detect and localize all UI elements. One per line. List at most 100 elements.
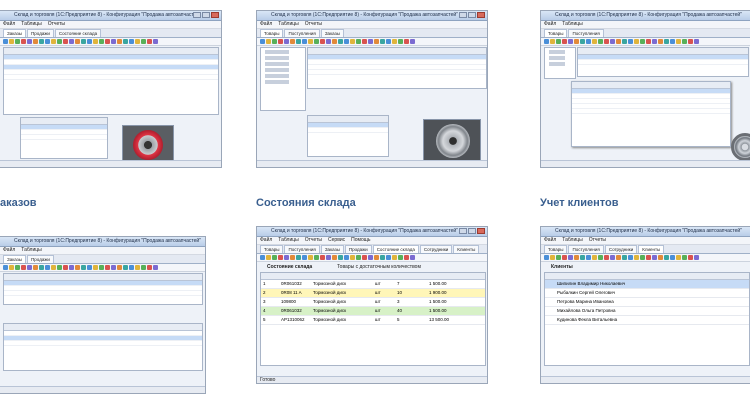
menu-tables[interactable]: Таблицы — [278, 21, 298, 27]
toolbar-button-icon[interactable] — [574, 39, 579, 44]
menu-reports[interactable]: Отчеты — [305, 237, 322, 243]
toolbar-button-icon[interactable] — [592, 39, 597, 44]
toolbar-button-icon[interactable] — [314, 255, 319, 260]
toolbar-button-icon[interactable] — [272, 39, 277, 44]
table-row[interactable]: 5 AP1310062 Тормозной диск шт 5 13 500.00 — [261, 316, 485, 325]
toolbar-button-icon[interactable] — [3, 39, 8, 44]
toolbar-button-icon[interactable] — [410, 39, 415, 44]
menu-file[interactable]: Файл — [260, 237, 272, 243]
toolbar-button-icon[interactable] — [87, 39, 92, 44]
toolbar-button-icon[interactable] — [75, 39, 80, 44]
tab-warehouse[interactable]: Состояние склада — [54, 29, 102, 37]
toolbar-button-icon[interactable] — [410, 255, 415, 260]
toolbar-button-icon[interactable] — [51, 265, 56, 270]
toolbar-button-icon[interactable] — [374, 39, 379, 44]
toolbar-button-icon[interactable] — [604, 255, 609, 260]
tab-receipts[interactable]: Поступления — [284, 29, 320, 37]
clients-grid[interactable]: Шипилин Владимир Николаевич Рыбалкин Серг… — [544, 272, 750, 366]
toolbar-button-icon[interactable] — [386, 255, 391, 260]
toolbar-button-icon[interactable] — [302, 255, 307, 260]
toolbar-button-icon[interactable] — [135, 265, 140, 270]
toolbar-button-icon[interactable] — [646, 39, 651, 44]
screenshot-warehouse-state[interactable]: Склад и торговля (1С:Предприятие 8) - Ко… — [256, 226, 488, 384]
toolbar-button-icon[interactable] — [290, 255, 295, 260]
toolbar-button-icon[interactable] — [350, 39, 355, 44]
toolbar-button-icon[interactable] — [380, 255, 385, 260]
tab-receipts[interactable]: Поступления — [568, 29, 604, 37]
toolbar-button-icon[interactable] — [404, 255, 409, 260]
toolbar-button-icon[interactable] — [664, 39, 669, 44]
toolbar-button-icon[interactable] — [21, 39, 26, 44]
tab-orders[interactable]: Заказы — [3, 255, 27, 263]
tab-goods[interactable]: Товары — [260, 29, 284, 37]
toolbar-button-icon[interactable] — [634, 39, 639, 44]
order-items-grid[interactable] — [20, 117, 108, 159]
toolbar-button-icon[interactable] — [93, 265, 98, 270]
toolbar-button-icon[interactable] — [33, 39, 38, 44]
tab-clients[interactable]: Клиенты — [453, 245, 480, 253]
toolbar-button-icon[interactable] — [344, 39, 349, 44]
toolbar-button-icon[interactable] — [622, 255, 627, 260]
toolbar-button-icon[interactable] — [544, 255, 549, 260]
toolbar-button-icon[interactable] — [308, 39, 313, 44]
toolbar-button-icon[interactable] — [272, 255, 277, 260]
tab-sales[interactable]: Продажи — [27, 255, 54, 263]
toolbar-button-icon[interactable] — [598, 39, 603, 44]
toolbar-button-icon[interactable] — [129, 265, 134, 270]
toolbar-button-icon[interactable] — [75, 265, 80, 270]
table-row[interactable]: 4 0R061032 Тормозной диск шт 40 1 500.00 — [261, 307, 485, 316]
screenshot-orders[interactable]: Склад и торговля (1С:Предприятие 8) - Ко… — [0, 10, 222, 168]
tab-warehouse[interactable]: Состояние склада — [372, 245, 419, 253]
menu-file[interactable]: Файл — [3, 21, 15, 27]
toolbar-button-icon[interactable] — [123, 265, 128, 270]
tab-sales[interactable]: Продажи — [344, 245, 372, 253]
toolbar-button-icon[interactable] — [652, 39, 657, 44]
table-row[interactable]: 1 0R061032 Тормозной диск шт 7 1 500.00 — [261, 280, 485, 289]
toolbar-button-icon[interactable] — [39, 39, 44, 44]
warehouse-grid[interactable]: 1 0R061032 Тормозной диск шт 7 1 500.00 2 0R08 … — [260, 272, 486, 366]
tab-goods[interactable]: Товары — [544, 29, 568, 37]
tab-orders[interactable]: Заказы — [320, 29, 344, 37]
toolbar-button-icon[interactable] — [39, 265, 44, 270]
toolbar-button-icon[interactable] — [362, 255, 367, 260]
table-row[interactable]: Петрова Марина Ивановна — [545, 298, 749, 307]
toolbar-button-icon[interactable] — [33, 265, 38, 270]
toolbar-button-icon[interactable] — [392, 255, 397, 260]
analogs-grid[interactable] — [307, 115, 389, 157]
toolbar-button-icon[interactable] — [332, 255, 337, 260]
toolbar-button-icon[interactable] — [135, 39, 140, 44]
menu-file[interactable]: Файл — [544, 237, 556, 243]
toolbar-button-icon[interactable] — [562, 39, 567, 44]
menu-reports[interactable]: Отчеты — [305, 21, 322, 27]
toolbar-button-icon[interactable] — [586, 255, 591, 260]
toolbar-button-icon[interactable] — [556, 255, 561, 260]
toolbar-button-icon[interactable] — [320, 255, 325, 260]
menu-service[interactable]: Сервис — [328, 237, 345, 243]
toolbar-button-icon[interactable] — [568, 39, 573, 44]
toolbar-button-icon[interactable] — [640, 255, 645, 260]
toolbar-button-icon[interactable] — [45, 39, 50, 44]
toolbar-button-icon[interactable] — [580, 255, 585, 260]
client-popup[interactable] — [571, 81, 731, 147]
toolbar-button-icon[interactable] — [628, 39, 633, 44]
caption-orders[interactable]: аказов — [0, 197, 37, 209]
toolbar-button-icon[interactable] — [556, 39, 561, 44]
toolbar-button-icon[interactable] — [63, 39, 68, 44]
toolbar-button-icon[interactable] — [398, 255, 403, 260]
table-row[interactable]: 2 0R08 11 A Тормозной диск шт 10 1 900.00 — [261, 289, 485, 298]
toolbar-button-icon[interactable] — [610, 255, 615, 260]
menu-reports[interactable]: Отчеты — [48, 21, 65, 27]
screenshot-warehouse[interactable]: Склад и торговля (1С:Предприятие 8) - Ко… — [256, 10, 488, 168]
toolbar-button-icon[interactable] — [153, 265, 158, 270]
tab-goods[interactable]: Товары — [260, 245, 284, 253]
toolbar-button-icon[interactable] — [688, 255, 693, 260]
toolbar-button-icon[interactable] — [646, 255, 651, 260]
toolbar-button-icon[interactable] — [27, 265, 32, 270]
toolbar-button-icon[interactable] — [658, 39, 663, 44]
toolbar-button-icon[interactable] — [326, 255, 331, 260]
toolbar-button-icon[interactable] — [592, 255, 597, 260]
order-lines-grid[interactable] — [3, 323, 203, 371]
toolbar-button-icon[interactable] — [111, 39, 116, 44]
toolbar-button-icon[interactable] — [550, 255, 555, 260]
toolbar-button-icon[interactable] — [117, 39, 122, 44]
